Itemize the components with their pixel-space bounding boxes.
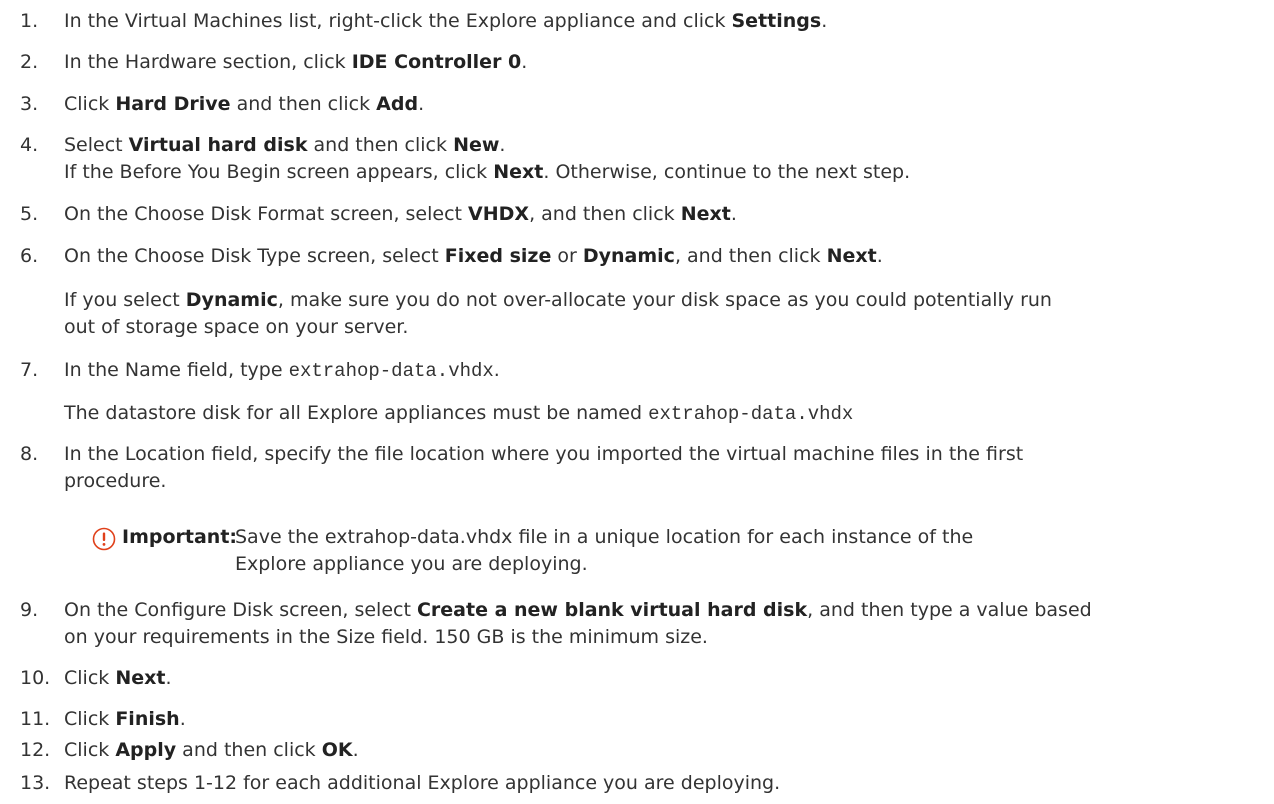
- step-text: In the Location field, specify the file …: [64, 443, 1024, 465]
- step-text: On the Choose Disk Type screen, select F…: [64, 245, 883, 267]
- step-number: 6.: [20, 245, 39, 267]
- step-number: 13.: [20, 772, 51, 794]
- step-text: Select Virtual hard disk and then click …: [64, 134, 506, 156]
- ui-term: Create a new blank virtual hard disk: [416, 599, 808, 621]
- code-filename: extrahop-data.vhdx: [648, 403, 854, 425]
- ui-term: New: [453, 134, 500, 156]
- ui-term: Apply: [115, 739, 177, 761]
- step-number: 11.: [20, 708, 51, 730]
- ui-term: OK: [321, 739, 353, 761]
- step-text: On the Choose Disk Format screen, select…: [64, 203, 737, 225]
- step-text: On the Configure Disk screen, select Cre…: [64, 599, 1092, 621]
- step-text: Repeat steps 1-12 for each additional Ex…: [64, 772, 781, 794]
- step-text: Click Hard Drive and then click Add.: [64, 93, 425, 115]
- important-icon: [92, 527, 116, 551]
- step-number: 8.: [20, 443, 39, 465]
- procedure-document: 1. In the Virtual Machines list, right-c…: [0, 0, 1274, 804]
- step-text: Click Apply and then click OK.: [64, 739, 359, 761]
- step-text: procedure.: [64, 470, 167, 492]
- ui-term: Add: [376, 93, 419, 115]
- ui-term: Virtual hard disk: [128, 134, 308, 156]
- step-note: If you select Dynamic, make sure you do …: [64, 289, 1052, 311]
- step-number: 12.: [20, 739, 51, 761]
- ui-term: Fixed size: [444, 245, 552, 267]
- ui-term: Settings: [731, 10, 822, 32]
- ui-term: Hard Drive: [115, 93, 231, 115]
- ui-term: Next: [826, 245, 877, 267]
- important-label: Important:: [122, 526, 238, 548]
- step-text: In the Name field, type extrahop-data.vh…: [64, 359, 500, 382]
- step-number: 7.: [20, 359, 39, 381]
- step-text: In the Hardware section, click IDE Contr…: [64, 51, 528, 73]
- step-number: 4.: [20, 134, 39, 156]
- ui-term: Next: [680, 203, 731, 225]
- code-filename: extrahop-data.vhdx: [288, 360, 494, 382]
- step-subtext: If the Before You Begin screen appears, …: [64, 161, 911, 183]
- ui-term: IDE Controller 0: [351, 51, 522, 73]
- step-text: on your requirements in the Size field. …: [64, 626, 708, 648]
- ui-term: Dynamic: [582, 245, 675, 267]
- step-text: Click Finish.: [64, 708, 186, 730]
- ui-term: Finish: [115, 708, 180, 730]
- step-note: out of storage space on your server.: [64, 316, 409, 338]
- important-text: Save the extrahop-data.vhdx file in a un…: [235, 526, 974, 548]
- step-note: The datastore disk for all Explore appli…: [64, 402, 854, 425]
- step-number: 1.: [20, 10, 39, 32]
- step-number: 3.: [20, 93, 39, 115]
- ui-term: Next: [115, 667, 166, 689]
- step-text: Click Next.: [64, 667, 172, 689]
- ui-term: VHDX: [468, 203, 530, 225]
- step-text: In the Virtual Machines list, right-clic…: [64, 10, 828, 32]
- step-number: 9.: [20, 599, 39, 621]
- ui-term: Dynamic: [185, 289, 278, 311]
- ui-term: Next: [493, 161, 544, 183]
- step-number: 10.: [20, 667, 51, 689]
- important-text-line2: Explore appliance you are deploying.: [235, 553, 588, 575]
- step-number: 2.: [20, 51, 39, 73]
- step-number: 5.: [20, 203, 39, 225]
